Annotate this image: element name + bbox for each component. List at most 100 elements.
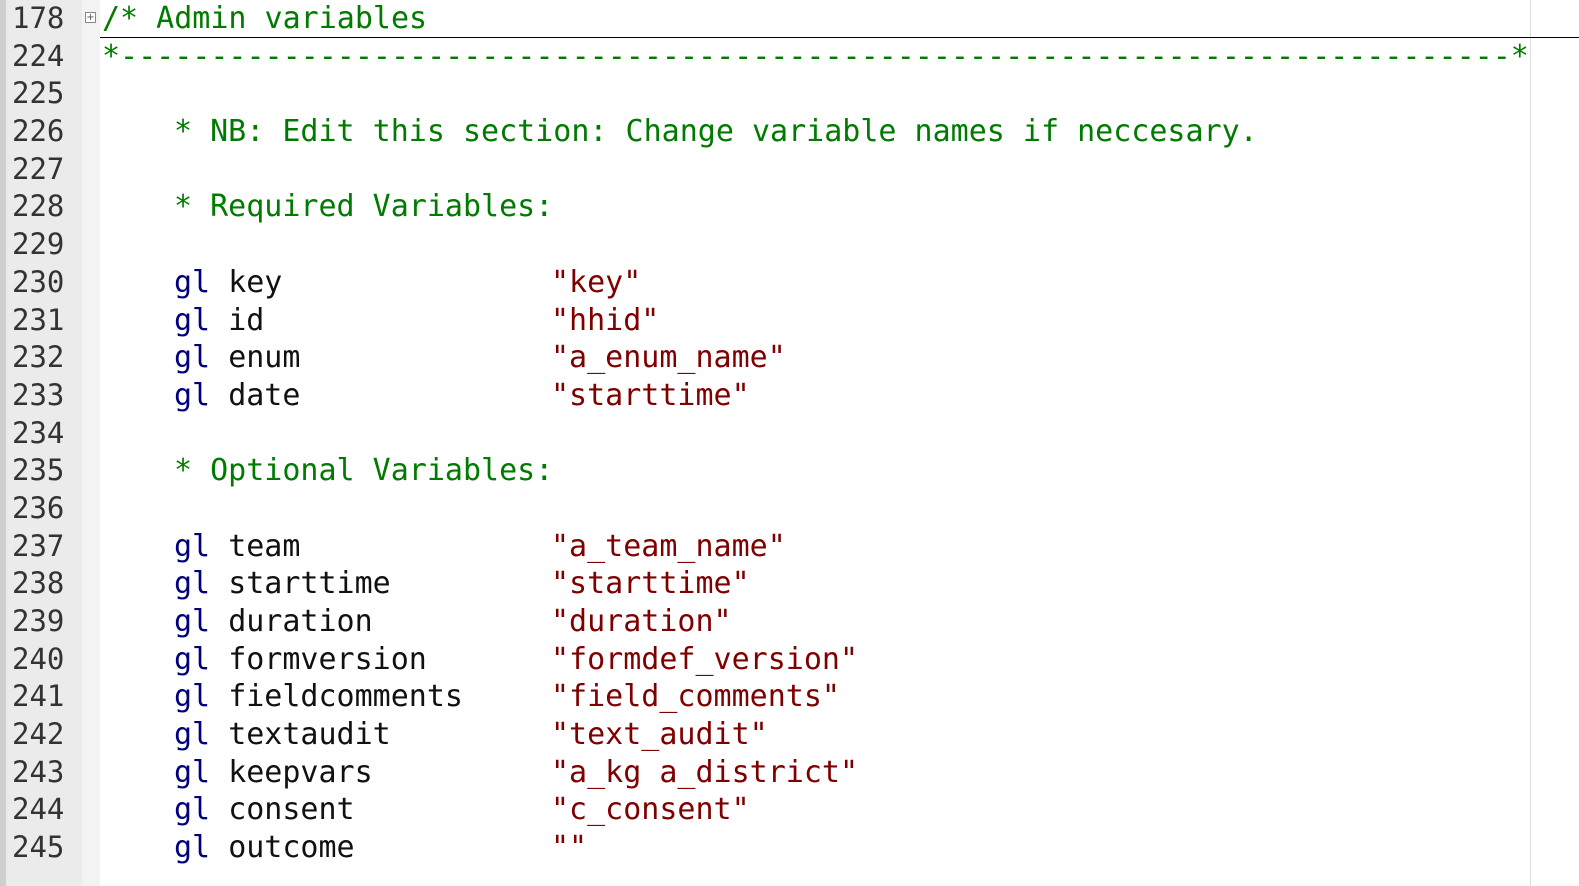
- string-value: "duration": [551, 604, 732, 639]
- global-name: team: [228, 528, 301, 564]
- line-number: 240: [12, 641, 65, 676]
- line-number: 178: [12, 1, 65, 35]
- code-line[interactable]: 225: [0, 75, 1579, 113]
- global-declaration: gl enum: [174, 339, 551, 377]
- global-declaration: gl textaudit: [174, 716, 551, 754]
- code-line[interactable]: 240 gl formversion "formdef_version": [0, 641, 1579, 679]
- code-text[interactable]: gl date "starttime": [102, 377, 750, 415]
- line-number: 238: [12, 566, 65, 601]
- line-number: 233: [12, 377, 65, 412]
- code-line[interactable]: 239 gl duration "duration": [0, 603, 1579, 641]
- code-text[interactable]: gl keepvars "a_kg a_district": [102, 754, 858, 792]
- code-text[interactable]: gl consent "c_consent": [102, 791, 750, 829]
- line-number: 229: [12, 227, 65, 262]
- line-number: 224: [12, 38, 65, 73]
- code-text[interactable]: gl key "key": [102, 264, 641, 302]
- global-declaration: gl key: [174, 264, 551, 302]
- code-line[interactable]: 234: [0, 415, 1579, 453]
- keyword-gl: gl: [174, 641, 211, 677]
- keyword-gl: gl: [174, 792, 211, 828]
- code-text[interactable]: gl formversion "formdef_version": [102, 641, 858, 679]
- global-name: textaudit: [228, 717, 391, 753]
- code-text[interactable]: gl team "a_team_name": [102, 528, 786, 566]
- keyword-gl: gl: [174, 679, 211, 715]
- line-number: 234: [12, 415, 65, 450]
- string-value: "text_audit": [551, 717, 768, 753]
- global-declaration: gl id: [174, 302, 551, 340]
- string-value: "": [551, 830, 588, 866]
- string-value: "a_enum_name": [551, 340, 786, 376]
- code-text[interactable]: * Required Variables:: [102, 188, 553, 226]
- line-number: 227: [12, 151, 65, 186]
- fold-expand-icon[interactable]: +: [85, 12, 96, 23]
- code-line[interactable]: 233 gl date "starttime": [0, 377, 1579, 415]
- global-declaration: gl starttime: [174, 565, 551, 603]
- code-text[interactable]: *---------------------------------------…: [102, 38, 1529, 76]
- code-line[interactable]: 230 gl key "key": [0, 264, 1579, 302]
- code-text[interactable]: gl id "hhid": [102, 302, 659, 340]
- code-line[interactable]: 232 gl enum "a_enum_name": [0, 339, 1579, 377]
- line-number: 243: [12, 754, 65, 789]
- code-text[interactable]: gl enum "a_enum_name": [102, 339, 786, 377]
- code-line[interactable]: 228 * Required Variables:: [0, 188, 1579, 226]
- global-name: keepvars: [228, 754, 373, 790]
- global-name: starttime: [228, 566, 391, 602]
- code-line[interactable]: 224 *------------------------------------…: [0, 38, 1579, 76]
- code-line[interactable]: 244 gl consent "c_consent": [0, 791, 1579, 829]
- comment-text: *---------------------------------------…: [102, 38, 1529, 74]
- code-line[interactable]: 245 gl outcome "": [0, 829, 1579, 867]
- line-number: 242: [12, 717, 65, 752]
- comment-text: * Optional Variables:: [174, 453, 554, 489]
- line-number: 226: [12, 114, 65, 149]
- code-line[interactable]: 241 gl fieldcomments "field_comments": [0, 678, 1579, 716]
- code-editor[interactable]: 178 + /* Admin variables 224 *--------------…: [0, 0, 1579, 886]
- code-line[interactable]: 231 gl id "hhid": [0, 302, 1579, 340]
- code-text[interactable]: gl fieldcomments "field_comments": [102, 678, 840, 716]
- comment-text: * NB: Edit this section: Change variable…: [174, 114, 1258, 150]
- string-value: "starttime": [551, 566, 750, 602]
- string-value: "a_kg a_district": [551, 754, 859, 790]
- code-text[interactable]: * NB: Edit this section: Change variable…: [102, 113, 1258, 151]
- code-line[interactable]: 178 + /* Admin variables: [0, 0, 1579, 38]
- global-declaration: gl outcome: [174, 829, 551, 867]
- code-line[interactable]: 227: [0, 151, 1579, 189]
- code-text[interactable]: gl starttime "starttime": [102, 565, 750, 603]
- global-name: key: [228, 264, 283, 300]
- code-line[interactable]: 236: [0, 490, 1579, 528]
- global-declaration: gl formversion: [174, 641, 551, 679]
- line-number: 225: [12, 76, 65, 111]
- global-name: formversion: [228, 641, 427, 677]
- line-number: 239: [12, 604, 65, 638]
- keyword-gl: gl: [174, 528, 211, 564]
- line-number: 244: [12, 792, 65, 827]
- code-text[interactable]: * Optional Variables:: [102, 452, 553, 490]
- code-text[interactable]: gl outcome "": [102, 829, 587, 867]
- string-value: "formdef_version": [551, 641, 859, 677]
- string-value: "hhid": [551, 302, 660, 338]
- global-name: enum: [228, 340, 301, 376]
- code-lines[interactable]: 178 + /* Admin variables 224 *--------------…: [0, 0, 1579, 867]
- code-line[interactable]: 237 gl team "a_team_name": [0, 528, 1579, 566]
- line-number: 237: [12, 528, 65, 563]
- code-line[interactable]: 235 * Optional Variables:: [0, 452, 1579, 490]
- global-declaration: gl team: [174, 528, 551, 566]
- comment-text: * Required Variables:: [174, 189, 554, 225]
- line-number: 245: [12, 830, 65, 865]
- string-value: "field_comments": [551, 679, 840, 715]
- line-number: 228: [12, 189, 65, 224]
- code-line[interactable]: 229: [0, 226, 1579, 264]
- line-number: 231: [12, 302, 65, 337]
- line-number: 232: [12, 340, 65, 375]
- code-text[interactable]: gl duration "duration": [102, 603, 732, 641]
- code-text[interactable]: gl textaudit "text_audit": [102, 716, 768, 754]
- code-line[interactable]: 243 gl keepvars "a_kg a_district": [0, 754, 1579, 792]
- code-line[interactable]: 226 * NB: Edit this section: Change varia…: [0, 113, 1579, 151]
- global-declaration: gl keepvars: [174, 754, 551, 792]
- code-text[interactable]: /* Admin variables: [102, 0, 427, 38]
- keyword-gl: gl: [174, 604, 211, 639]
- global-name: outcome: [228, 830, 355, 866]
- code-line[interactable]: 242 gl textaudit "text_audit": [0, 716, 1579, 754]
- global-declaration: gl duration: [174, 603, 551, 641]
- global-name: fieldcomments: [228, 679, 463, 715]
- code-line[interactable]: 238 gl starttime "starttime": [0, 565, 1579, 603]
